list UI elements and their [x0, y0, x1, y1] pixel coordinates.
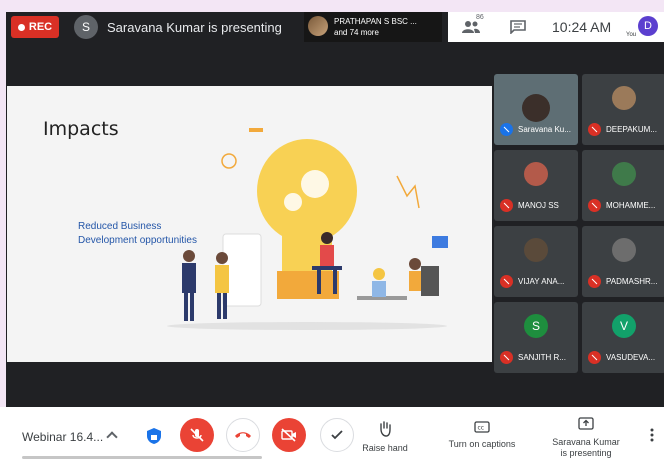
- mic-off-icon: [190, 428, 204, 442]
- participant-tile[interactable]: V VASUDEVA...: [582, 302, 664, 373]
- shield-icon[interactable]: [146, 427, 162, 445]
- record-dot-icon: [17, 23, 25, 31]
- presenting-label: Saravana Kumar is presenting: [548, 437, 624, 459]
- participants-summary: PRATHAPAN S BSC ... and 74 more: [334, 16, 417, 38]
- participant-tile[interactable]: VIJAY ANA...: [494, 226, 578, 297]
- participant-name: PRATHAPAN S BSC ...: [334, 17, 417, 26]
- participant-avatar: [524, 238, 548, 262]
- present-icon: [578, 417, 594, 430]
- top-right-panel: 86 10:24 AM You D: [448, 12, 664, 42]
- participant-name: SANJITH R...: [518, 353, 567, 362]
- presenting-line2: is presenting: [560, 448, 612, 458]
- raise-hand-label: Raise hand: [362, 443, 408, 453]
- participant-name: DEEPAKUM...: [606, 125, 657, 134]
- activities-button[interactable]: [320, 418, 354, 452]
- rec-label: REC: [28, 21, 53, 33]
- bottom-toolbar: Webinar 16.4... Raise hand cc Turn on ca…: [0, 407, 664, 459]
- participant-tile[interactable]: PADMASHR...: [582, 226, 664, 297]
- participant-avatar: [612, 86, 636, 110]
- mic-off-icon: [500, 351, 513, 364]
- participant-tile[interactable]: DEEPAKUM...: [582, 74, 664, 145]
- participant-grid: Saravana Ku... DEEPAKUM... MANOJ SS MOHA…: [494, 74, 664, 376]
- presenter-avatar: S: [74, 15, 98, 39]
- participant-avatar: [524, 162, 548, 186]
- participant-name: MANOJ SS: [518, 201, 559, 210]
- participant-name: MOHAMME...: [606, 201, 656, 210]
- presenting-line1: Saravana Kumar: [552, 437, 620, 447]
- mic-off-icon: [500, 275, 513, 288]
- participant-name: VASUDEVA...: [606, 353, 656, 362]
- leave-call-button[interactable]: [226, 418, 260, 452]
- mic-toggle-button[interactable]: [180, 418, 214, 452]
- top-bar: REC S Saravana Kumar is presenting PRATH…: [6, 12, 664, 42]
- hand-icon: [380, 421, 391, 437]
- chat-icon[interactable]: [510, 20, 526, 34]
- participant-tile[interactable]: S SANJITH R...: [494, 302, 578, 373]
- participant-tile[interactable]: MOHAMME...: [582, 150, 664, 221]
- people-icon[interactable]: [462, 20, 480, 34]
- participant-avatar: V: [612, 314, 636, 338]
- participant-name: VIJAY ANA...: [518, 277, 565, 286]
- participant-avatar: S: [524, 314, 548, 338]
- check-icon: [331, 430, 343, 440]
- mic-off-icon: [588, 275, 601, 288]
- window-frame-top: [0, 0, 664, 12]
- participants-chip[interactable]: PRATHAPAN S BSC ... and 74 more: [304, 12, 442, 42]
- participant-more: and 74 more: [334, 28, 379, 37]
- chevron-up-icon[interactable]: [106, 431, 118, 443]
- camera-toggle-button[interactable]: [272, 418, 306, 452]
- mic-off-icon: [588, 199, 601, 212]
- camera-off-icon: [281, 428, 296, 442]
- hang-up-icon: [235, 432, 251, 438]
- meeting-name: Webinar 16.4...: [22, 430, 104, 444]
- recording-badge[interactable]: REC: [11, 16, 59, 38]
- svg-text:cc: cc: [478, 425, 485, 432]
- more-options-icon[interactable]: [650, 427, 654, 443]
- participant-name: Saravana Ku...: [518, 125, 571, 134]
- participant-avatar: [308, 16, 328, 36]
- captions-icon: cc: [474, 421, 490, 433]
- people-count: 86: [476, 14, 484, 21]
- captions-label: Turn on captions: [448, 439, 516, 449]
- mic-off-icon: [588, 351, 601, 364]
- slide-title: Impacts: [43, 118, 119, 140]
- business-illustration: [167, 128, 448, 330]
- participant-video: [522, 94, 550, 122]
- self-avatar[interactable]: D: [638, 16, 658, 36]
- participant-tile[interactable]: Saravana Ku...: [494, 74, 578, 145]
- participant-tile[interactable]: MANOJ SS: [494, 150, 578, 221]
- mic-off-icon: [500, 199, 513, 212]
- mic-off-icon: [588, 123, 601, 136]
- presentation-slide: Impacts Reduced Business Development opp…: [7, 86, 492, 362]
- speaking-icon: [500, 123, 513, 136]
- participant-avatar: [612, 238, 636, 262]
- raise-hand-button[interactable]: Raise hand: [360, 421, 410, 454]
- captions-button[interactable]: cc Turn on captions: [444, 421, 520, 450]
- participant-avatar: [612, 162, 636, 186]
- participant-name: PADMASHR...: [606, 277, 658, 286]
- window-frame-left: [0, 0, 6, 459]
- clock: 10:24 AM: [552, 19, 612, 35]
- you-label: You: [626, 32, 637, 38]
- presenting-status: Saravana Kumar is presenting: [107, 20, 282, 35]
- present-now-button[interactable]: Saravana Kumar is presenting: [548, 417, 624, 459]
